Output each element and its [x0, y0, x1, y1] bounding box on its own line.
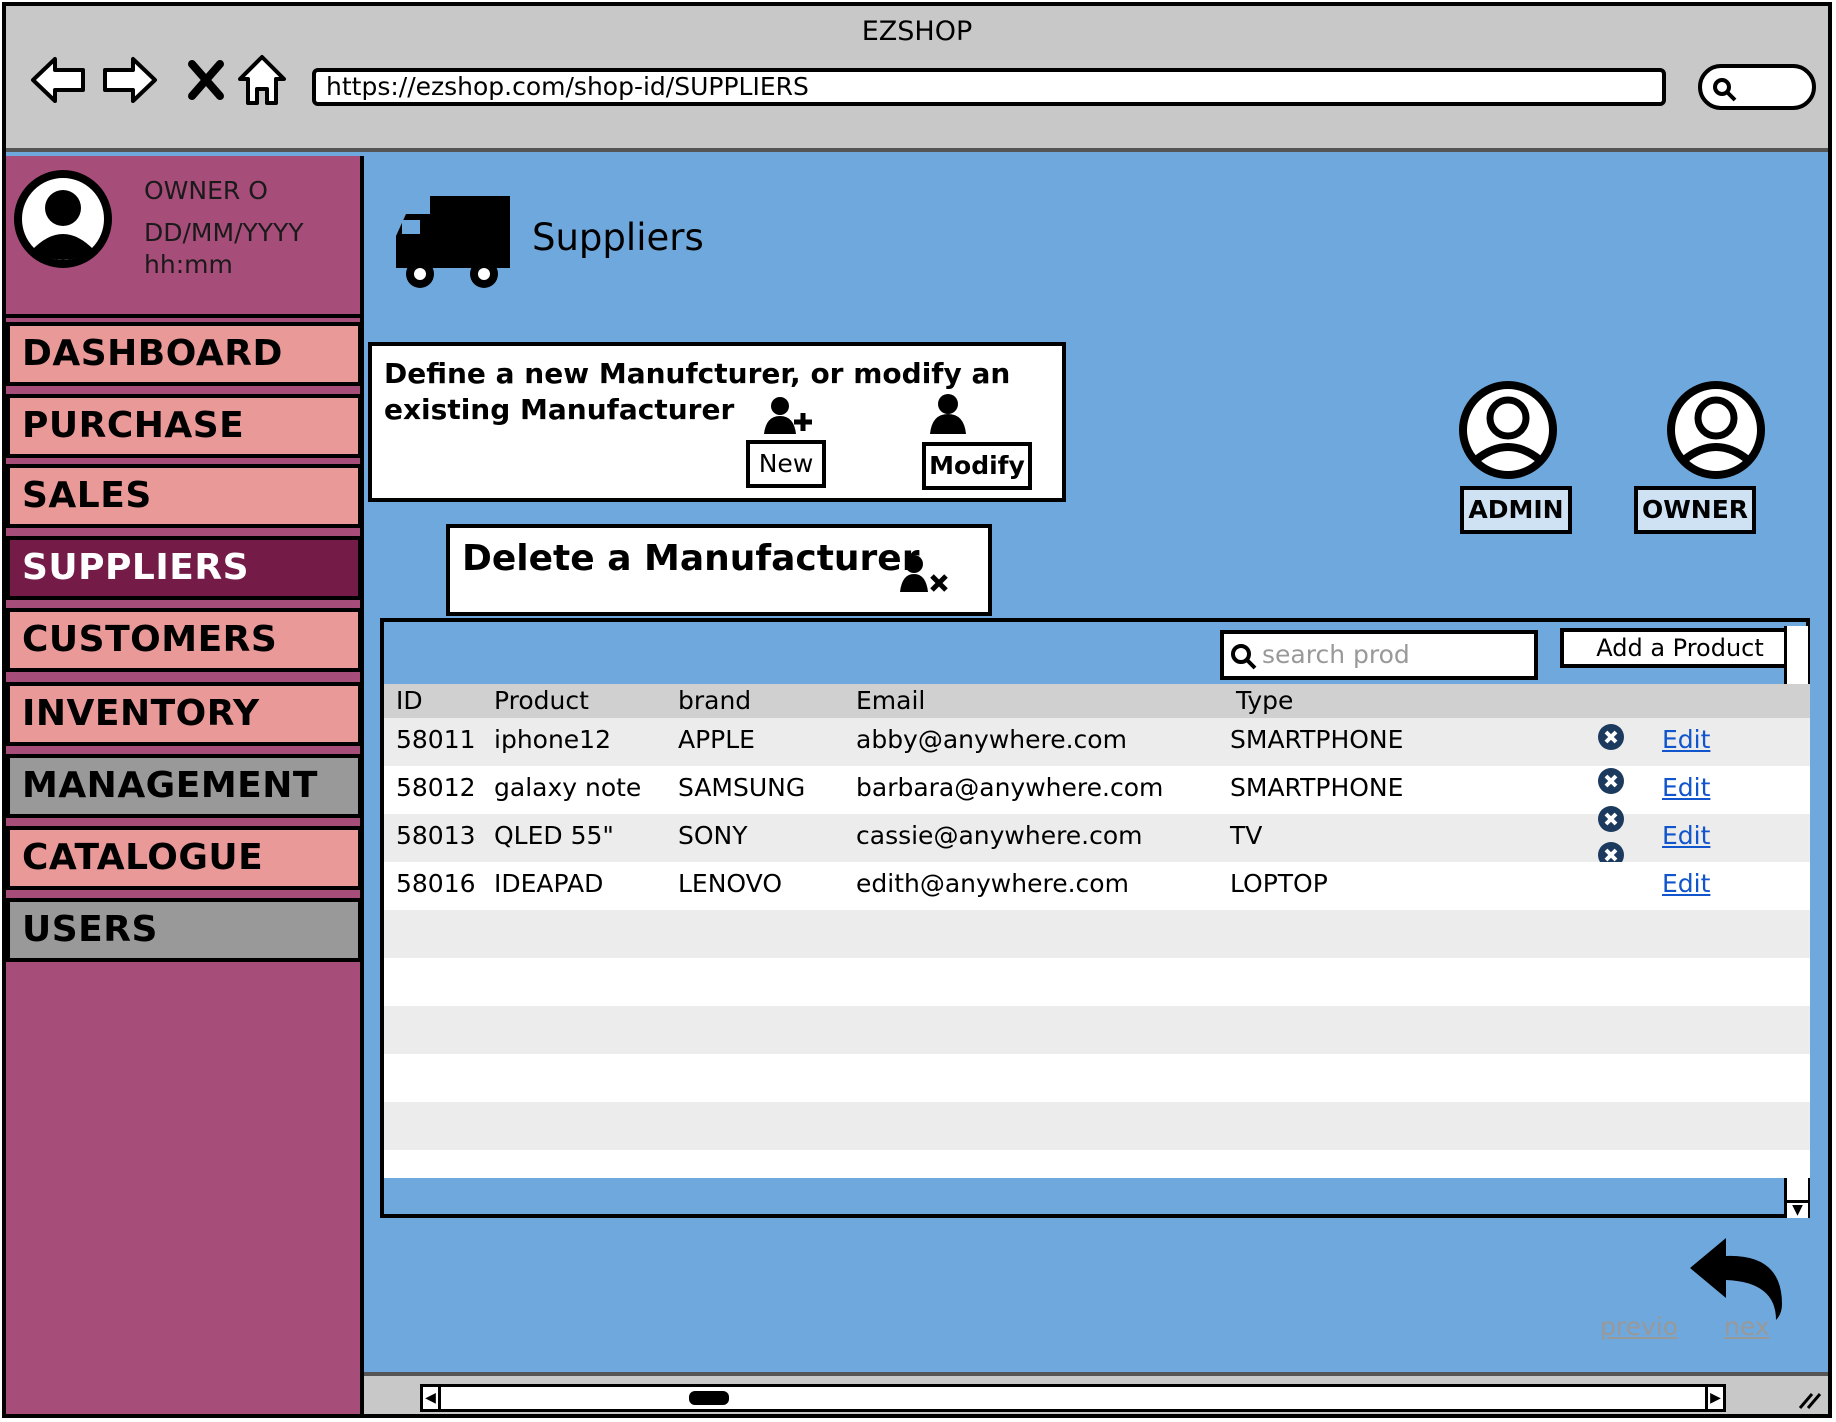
- table-row: 58016 IDEAPAD LENOVO edith@anywhere.com …: [384, 862, 1810, 910]
- table-header: ID Product brand Email Type: [384, 684, 1810, 718]
- empty-table-row: [384, 1006, 1810, 1054]
- forward-arrow-icon[interactable]: [100, 50, 160, 110]
- owner-user-icon: [1667, 381, 1765, 479]
- table-row: 58011 iphone12 APPLE abby@anywhere.com S…: [384, 718, 1810, 766]
- cell-email: barbara@anywhere.com: [856, 773, 1164, 802]
- profile-name: OWNER O: [144, 176, 268, 205]
- scrollbar-thumb[interactable]: [689, 1391, 729, 1405]
- cell-product: iphone12: [494, 725, 611, 754]
- cell-id: 58011: [396, 725, 476, 754]
- resize-grip-icon[interactable]: [1796, 1388, 1822, 1410]
- window-title: EZSHOP: [861, 16, 973, 47]
- user-avatar-icon: [14, 170, 112, 268]
- edit-link[interactable]: Edit: [1662, 725, 1710, 754]
- add-product-button[interactable]: Add a Product: [1560, 628, 1800, 668]
- cell-email: edith@anywhere.com: [856, 869, 1129, 898]
- sidebar-item-suppliers[interactable]: SUPPLIERS: [6, 536, 362, 600]
- column-header-type: Type: [1236, 686, 1294, 715]
- edit-link[interactable]: Edit: [1662, 821, 1710, 850]
- address-bar[interactable]: https://ezshop.com/shop-id/SUPPLIERS: [312, 68, 1666, 106]
- profile-time: hh:mm: [144, 250, 233, 279]
- sidebar-item-customers[interactable]: CUSTOMERS: [6, 608, 362, 672]
- cell-id: 58016: [396, 869, 476, 898]
- empty-table-row: [384, 1150, 1810, 1178]
- table-body: 58011 iphone12 APPLE abby@anywhere.com S…: [384, 718, 1810, 1178]
- new-manufacturer-button[interactable]: New: [746, 440, 826, 488]
- page-title: Suppliers: [532, 216, 704, 259]
- browser-window: EZSHOP https://ezshop.com/shop-id/SUPPLI…: [2, 2, 1832, 1418]
- column-header-email: Email: [856, 686, 926, 715]
- edit-link[interactable]: Edit: [1662, 773, 1710, 802]
- cell-brand: SONY: [678, 821, 748, 850]
- cell-brand: LENOVO: [678, 869, 783, 898]
- table-row: 58013 QLED 55" SONY cassie@anywhere.com …: [384, 806, 1810, 868]
- column-header-product: Product: [494, 686, 589, 715]
- close-icon[interactable]: [176, 50, 236, 110]
- search-icon: [1713, 78, 1737, 102]
- delete-circle-icon[interactable]: [1596, 722, 1626, 752]
- cell-email: abby@anywhere.com: [856, 725, 1127, 754]
- browser-chrome: EZSHOP https://ezshop.com/shop-id/SUPPLI…: [6, 6, 1828, 152]
- truck-icon: [396, 196, 510, 288]
- suppliers-table: ID Product brand Email Type 58011 iphone…: [384, 684, 1810, 1178]
- delete-manufacturer-panel[interactable]: Delete a Manufacturer: [446, 524, 992, 616]
- define-manufacturer-panel: Define a new Manufcturer, or modify an e…: [368, 342, 1066, 502]
- profile-date: DD/MM/YYYY: [144, 218, 304, 247]
- admin-user-icon: [1459, 381, 1557, 479]
- user-add-icon: [764, 397, 812, 434]
- cell-product: galaxy note: [494, 773, 642, 802]
- cell-product: IDEAPAD: [494, 869, 604, 898]
- sidebar-item-users[interactable]: USERS: [6, 898, 362, 962]
- cell-type: LOPTOP: [1230, 869, 1328, 898]
- user-profile: OWNER O DD/MM/YYYY hh:mm: [6, 156, 364, 318]
- sidebar-item-inventory[interactable]: INVENTORY: [6, 682, 362, 746]
- bottom-scroll-area: ◀ ▶: [364, 1372, 1828, 1414]
- browser-search-field[interactable]: [1698, 64, 1816, 110]
- empty-table-row: [384, 1054, 1810, 1102]
- undo-arrow-icon[interactable]: [1686, 1234, 1790, 1324]
- sidebar: OWNER O DD/MM/YYYY hh:mm DASHBOARD PURCH…: [6, 156, 364, 1414]
- scroll-down-icon[interactable]: ▼: [1787, 1200, 1808, 1218]
- pager-next-link[interactable]: nex: [1724, 1312, 1770, 1341]
- empty-table-row: [384, 1102, 1810, 1150]
- home-icon[interactable]: [232, 50, 292, 110]
- sidebar-item-sales[interactable]: SALES: [6, 464, 362, 528]
- user-remove-icon: [900, 555, 948, 592]
- owner-button[interactable]: OWNER: [1634, 486, 1756, 534]
- column-header-id: ID: [396, 686, 423, 715]
- cell-email: cassie@anywhere.com: [856, 821, 1143, 850]
- delete-circle-icon[interactable]: [1596, 804, 1626, 834]
- search-icon: [1231, 644, 1257, 670]
- horizontal-scrollbar[interactable]: ◀ ▶: [420, 1384, 1726, 1412]
- cell-product: QLED 55": [494, 821, 614, 850]
- sidebar-item-catalogue[interactable]: CATALOGUE: [6, 826, 362, 890]
- delete-manufacturer-text: Delete a Manufacturer: [462, 538, 920, 579]
- edit-link[interactable]: Edit: [1662, 869, 1710, 898]
- sidebar-item-dashboard[interactable]: DASHBOARD: [6, 322, 362, 386]
- modify-manufacturer-button[interactable]: Modify: [922, 442, 1032, 490]
- pager-prev-link[interactable]: previo: [1600, 1312, 1678, 1341]
- cell-type: TV: [1230, 821, 1263, 850]
- empty-table-row: [384, 958, 1810, 1006]
- user-edit-icon: [930, 394, 966, 434]
- admin-button[interactable]: ADMIN: [1460, 486, 1572, 534]
- scroll-left-icon[interactable]: ◀: [423, 1387, 441, 1409]
- sidebar-item-management[interactable]: MANAGEMENT: [6, 754, 362, 818]
- cell-brand: SAMSUNG: [678, 773, 806, 802]
- delete-circle-icon[interactable]: [1596, 766, 1626, 796]
- empty-table-row: [384, 910, 1810, 958]
- table-search-input[interactable]: search prod: [1220, 630, 1538, 680]
- cell-type: SMARTPHONE: [1230, 725, 1404, 754]
- back-arrow-icon[interactable]: [28, 50, 88, 110]
- suppliers-table-panel: search prod Add a Product ▼ ID Product b…: [380, 618, 1810, 1218]
- cell-id: 58012: [396, 773, 476, 802]
- cell-id: 58013: [396, 821, 476, 850]
- scroll-right-icon[interactable]: ▶: [1705, 1387, 1723, 1409]
- cell-type: SMARTPHONE: [1230, 773, 1404, 802]
- column-header-brand: brand: [678, 686, 752, 715]
- sidebar-item-purchase[interactable]: PURCHASE: [6, 394, 362, 458]
- cell-brand: APPLE: [678, 725, 755, 754]
